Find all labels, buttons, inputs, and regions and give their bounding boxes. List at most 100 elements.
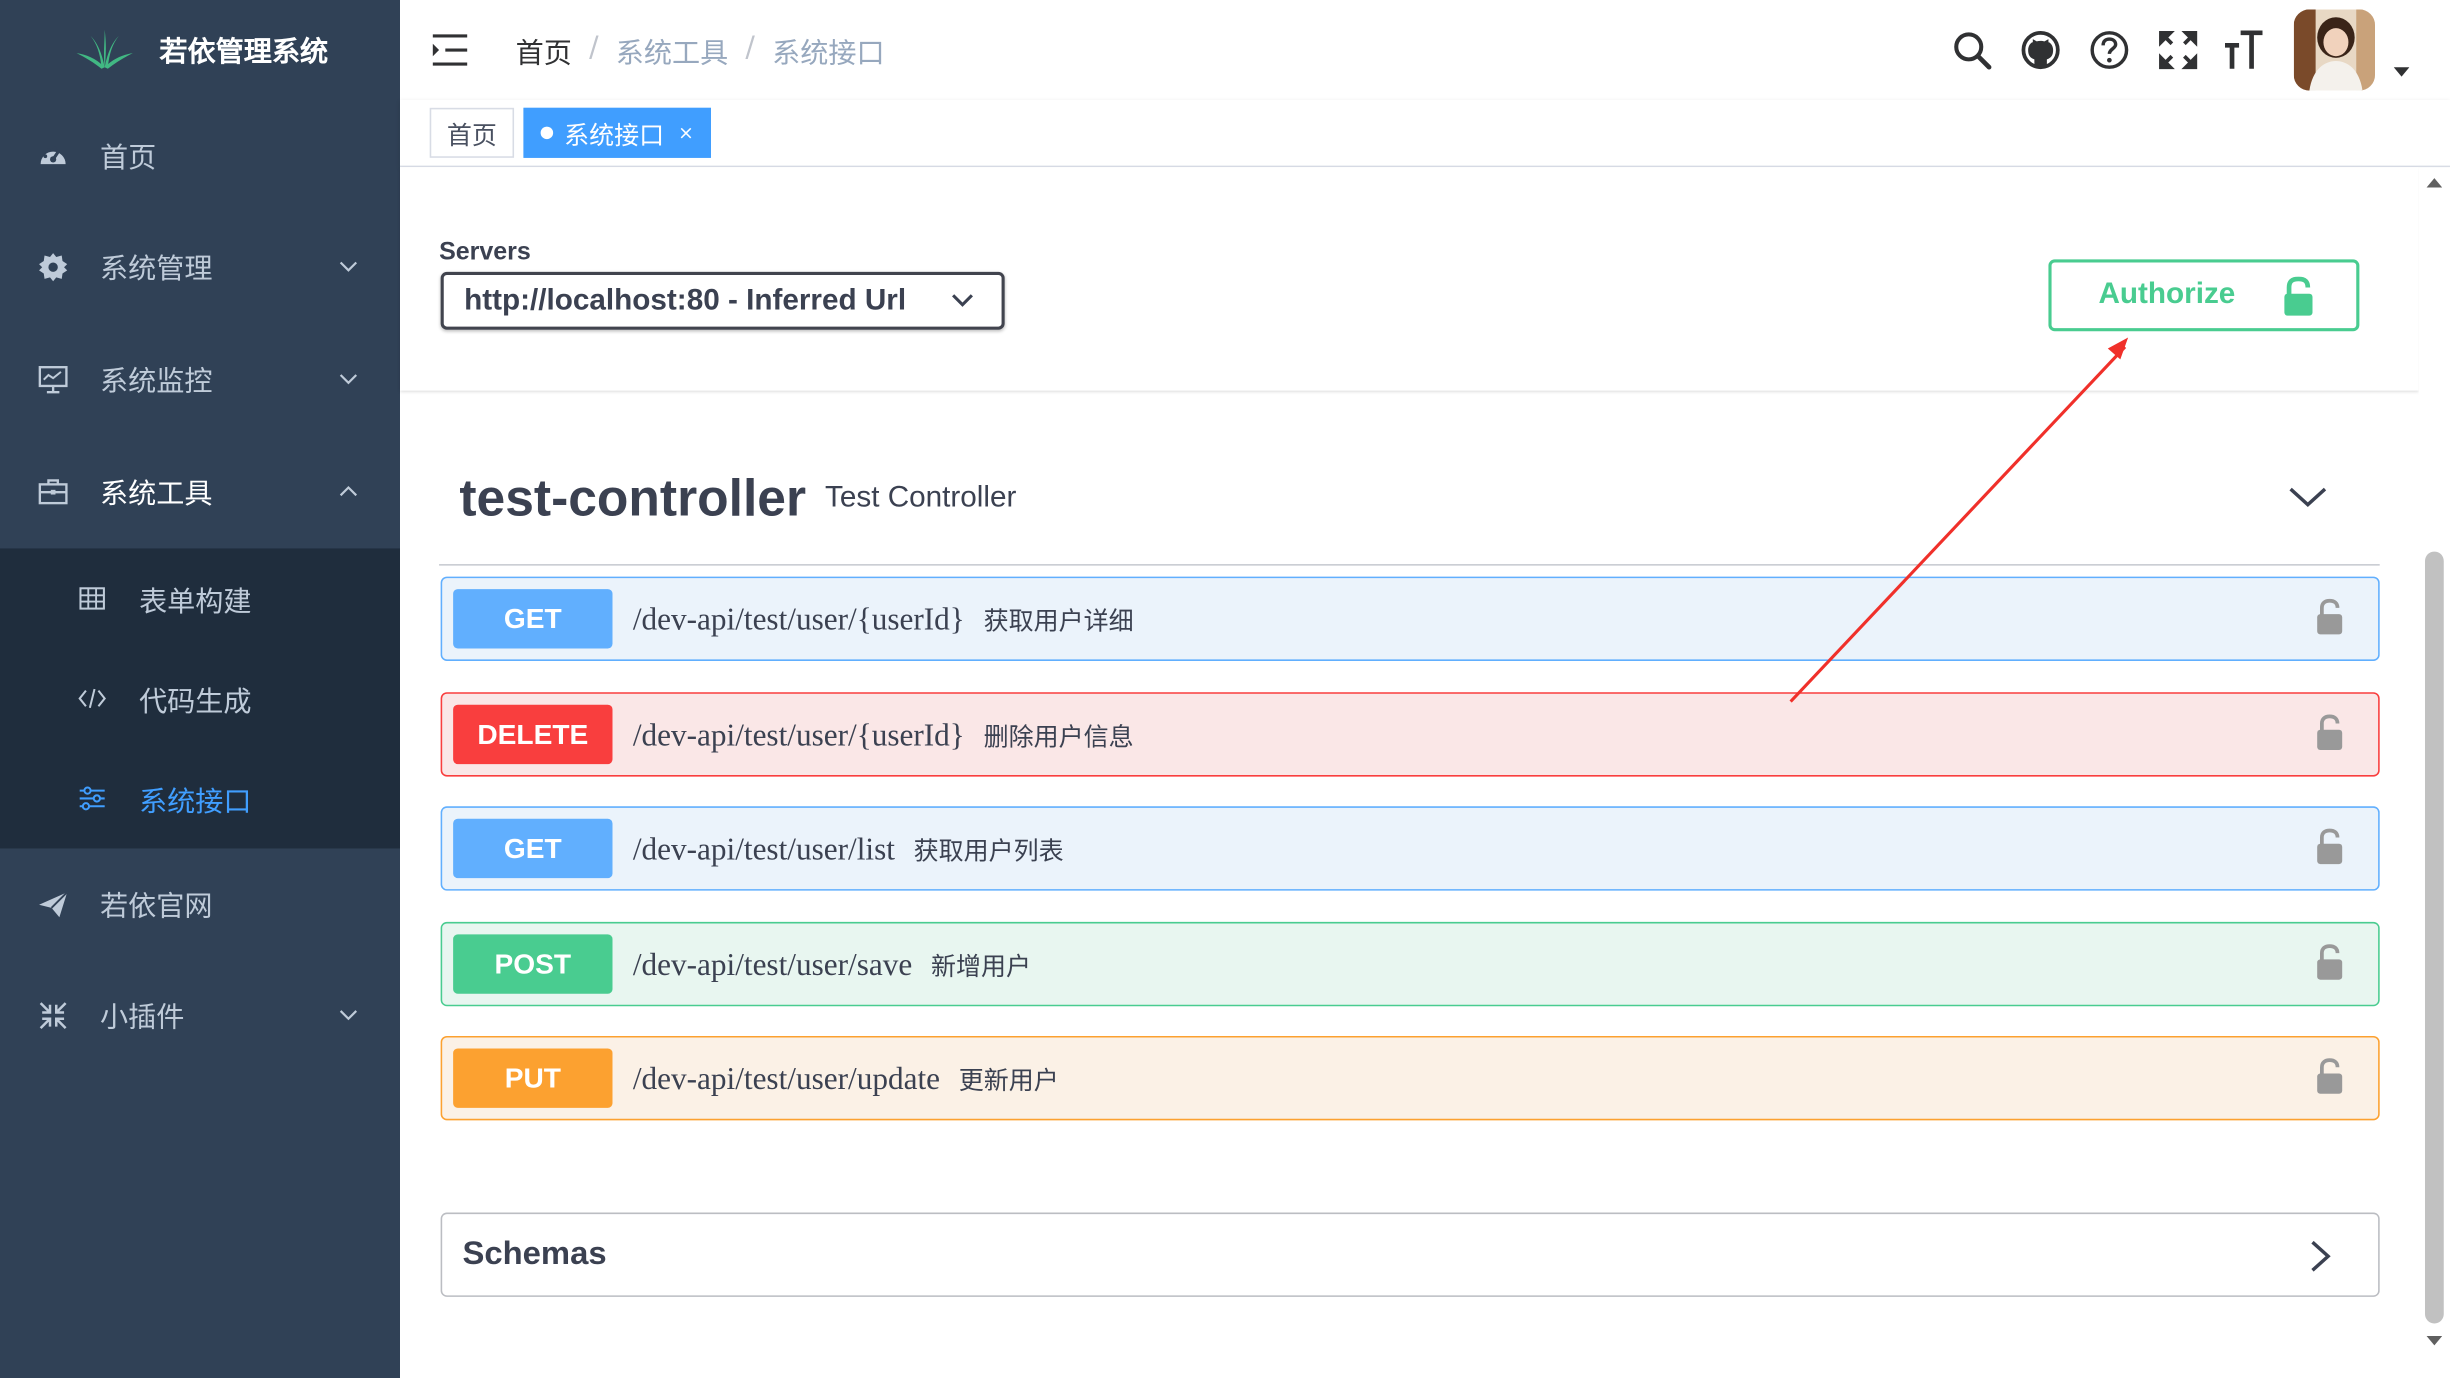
scrollbar[interactable] (2418, 167, 2450, 1378)
table-icon (79, 587, 105, 610)
hamburger-icon[interactable] (431, 33, 469, 67)
unlocked-icon[interactable] (2316, 714, 2344, 752)
system-tools-submenu: 表单构建 代码生成 系统接口 (0, 548, 400, 849)
avatar-image (2293, 9, 2375, 91)
github-icon[interactable] (2019, 28, 2063, 72)
unlocked-icon (2284, 276, 2313, 316)
swagger-content: Servers http://localhost:80 - Inferred U… (400, 167, 2419, 1378)
breadcrumb-system-tools: 系统工具 (615, 37, 729, 71)
operation-path: /dev-api/test/user/{userId} (632, 603, 965, 638)
navbar: 首页 / 系统工具 / 系统接口 (400, 0, 2450, 100)
scroll-up-arrow-icon[interactable] (2426, 177, 2443, 190)
sidebar-item-system-tools[interactable]: 系统工具 (0, 448, 400, 536)
code-icon (78, 688, 106, 709)
method-badge: POST (453, 934, 613, 994)
operation-get-user[interactable]: GET /dev-api/test/user/{userId} 获取用户详细 (440, 576, 2380, 661)
font-size-icon[interactable] (2222, 28, 2266, 72)
method-badge: GET (453, 589, 613, 649)
expand-icon (39, 1002, 67, 1030)
sidebar-item-label: 若依官网 (100, 890, 213, 924)
divider (439, 564, 2380, 566)
sidebar-item-label: 代码生成 (139, 685, 252, 719)
sidebar-item-home[interactable]: 首页 (0, 113, 400, 201)
sidebar-item-label: 首页 (100, 142, 157, 175)
authorize-button[interactable]: Authorize (2048, 259, 2360, 332)
authorize-label: Authorize (2098, 278, 2236, 311)
breadcrumb-home[interactable]: 首页 (516, 31, 572, 72)
operation-summary: 获取用户列表 (913, 835, 1064, 866)
servers-selected-value: http://localhost:80 - Inferred Url (464, 283, 907, 317)
tag-system-api[interactable]: 系统接口 × (523, 107, 712, 158)
sidebar-item-form-builder[interactable]: 表单构建 (0, 555, 400, 643)
operation-path-wrap: /dev-api/test/user/{userId} 删除用户信息 (633, 716, 1134, 755)
search-icon[interactable] (1950, 28, 1994, 72)
logo-icon (76, 29, 133, 69)
operation-delete-user[interactable]: DELETE /dev-api/test/user/{userId} 删除用户信息 (440, 692, 2380, 777)
sliders-icon (79, 786, 105, 811)
caret-down-icon[interactable] (2393, 66, 2410, 79)
paper-plane-icon (39, 891, 68, 918)
sidebar-item-system-api[interactable]: 系统接口 (0, 755, 400, 843)
help-icon[interactable] (2088, 28, 2132, 72)
avatar[interactable] (2293, 9, 2375, 91)
tags-view: 首页 系统接口 × (400, 100, 2450, 168)
active-dot-icon (540, 126, 554, 140)
operation-path-wrap: /dev-api/test/user/save 新增用户 (633, 945, 1031, 984)
operation-path: /dev-api/test/user/{userId} (632, 718, 965, 754)
sidebar-item-code-gen[interactable]: 代码生成 (0, 655, 400, 743)
unlocked-icon[interactable] (2316, 944, 2344, 982)
unlocked-icon[interactable] (2316, 1058, 2344, 1096)
breadcrumb-separator: / (745, 31, 755, 65)
method-badge: PUT (453, 1048, 613, 1108)
chevron-down-icon (952, 294, 973, 307)
operation-path: /dev-api/test/user/save (632, 948, 913, 983)
monitor-icon (38, 366, 68, 394)
chevron-down-icon (339, 374, 358, 385)
method-badge: DELETE (453, 704, 613, 765)
sidebar-item-label: 系统接口 (139, 785, 252, 819)
schemas-section[interactable]: Schemas (440, 1212, 2380, 1297)
sidebar-item-label: 系统管理 (100, 253, 213, 286)
operation-path: /dev-api/test/user/update (632, 1062, 941, 1097)
unlocked-icon[interactable] (2316, 828, 2344, 866)
sidebar-item-ruoyi-site[interactable]: 若依官网 (0, 861, 400, 949)
controller-name[interactable]: test-controller (459, 469, 806, 528)
sidebar: 若依管理系统 首页 系统管理 系统监控 系统工具 表单构建 代码生成 系统接口 … (0, 0, 400, 1378)
app-title: 若依管理系统 (159, 35, 329, 69)
sidebar-item-label: 小插件 (100, 1001, 185, 1035)
schemas-label: Schemas (462, 1235, 607, 1272)
operation-get-user-list[interactable]: GET /dev-api/test/user/list 获取用户列表 (440, 806, 2380, 891)
gear-icon (39, 253, 68, 282)
method-badge: GET (453, 818, 613, 879)
controller-description: Test Controller (825, 481, 1017, 515)
close-icon[interactable]: × (678, 122, 694, 144)
operation-put-user-update[interactable]: PUT /dev-api/test/user/update 更新用户 (440, 1035, 2380, 1121)
servers-label: Servers (439, 239, 531, 266)
sidebar-item-label: 系统工具 (100, 478, 213, 511)
operation-summary: 删除用户信息 (983, 721, 1134, 752)
dashboard-icon (40, 146, 66, 165)
fullscreen-icon[interactable] (2156, 28, 2200, 72)
unlocked-icon[interactable] (2316, 598, 2344, 636)
tag-home[interactable]: 首页 (429, 107, 515, 158)
breadcrumb-separator: / (589, 31, 599, 65)
tag-label: 首页 (446, 120, 497, 150)
chevron-down-icon[interactable] (2288, 484, 2329, 509)
operation-path-wrap: /dev-api/test/user/{userId} 获取用户详细 (633, 600, 1134, 639)
scrollbar-thumb[interactable] (2425, 551, 2444, 1324)
sidebar-item-system-monitor[interactable]: 系统监控 (0, 336, 400, 424)
servers-select[interactable]: http://localhost:80 - Inferred Url (440, 271, 1005, 330)
scroll-down-arrow-icon[interactable] (2426, 1334, 2443, 1347)
chevron-down-icon (339, 261, 358, 272)
toolbox-icon (38, 479, 68, 505)
logo[interactable]: 若依管理系统 (0, 0, 400, 100)
chevron-down-icon (339, 1010, 358, 1021)
sidebar-item-label: 系统监控 (100, 365, 213, 399)
breadcrumb: 首页 / 系统工具 / 系统接口 (516, 31, 885, 72)
sidebar-item-plugins[interactable]: 小插件 (0, 972, 400, 1060)
sidebar-item-system-management[interactable]: 系统管理 (0, 223, 400, 311)
operation-post-user-save[interactable]: POST /dev-api/test/user/save 新增用户 (440, 921, 2380, 1007)
operation-summary: 更新用户 (958, 1065, 1059, 1096)
operation-path-wrap: /dev-api/test/user/list 获取用户列表 (633, 830, 1064, 869)
operation-summary: 获取用户详细 (983, 606, 1134, 636)
